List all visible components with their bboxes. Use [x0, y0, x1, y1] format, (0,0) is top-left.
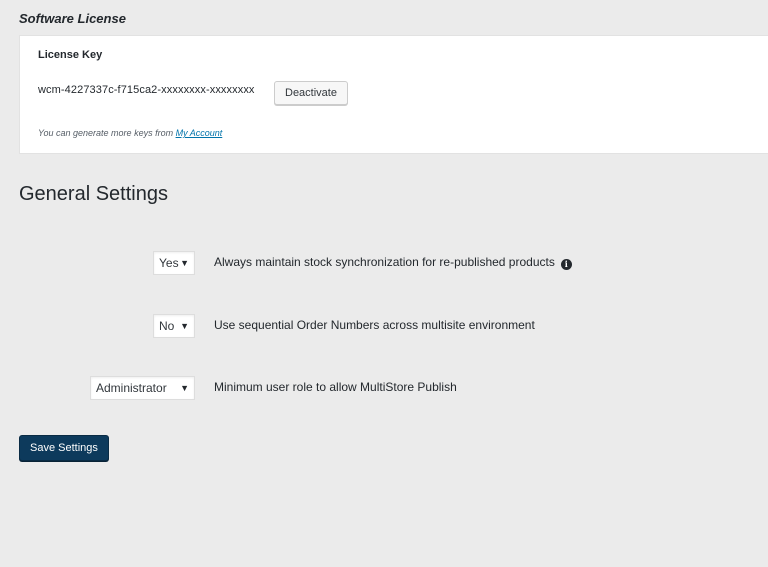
order-numbers-select[interactable]: No ▼ [153, 314, 195, 338]
license-panel: License Key wcm-4227337c-f715ca2-xxxxxxx… [19, 35, 768, 154]
setting-row-stock-sync: Yes ▼ Always maintain stock synchronizat… [0, 251, 768, 275]
license-key-value: wcm-4227337c-f715ca2-xxxxxxxx-xxxxxxxx [38, 84, 255, 96]
user-role-label: Minimum user role to allow MultiStore Pu… [214, 380, 457, 394]
stock-sync-label-wrap: Always maintain stock synchronization fo… [214, 255, 572, 270]
stock-sync-select[interactable]: Yes ▼ [153, 251, 195, 275]
user-role-select-value: Administrator [96, 381, 167, 395]
chevron-down-icon: ▼ [180, 321, 189, 331]
save-settings-button[interactable]: Save Settings [19, 435, 109, 461]
software-license-title: Software License [19, 11, 126, 26]
license-key-label: License Key [38, 49, 103, 61]
chevron-down-icon: ▼ [180, 383, 189, 393]
user-role-select[interactable]: Administrator ▼ [90, 376, 195, 400]
order-numbers-label: Use sequential Order Numbers across mult… [214, 318, 535, 332]
deactivate-button[interactable]: Deactivate [274, 81, 348, 105]
chevron-down-icon: ▼ [180, 258, 189, 268]
info-icon[interactable]: i [560, 259, 572, 270]
setting-row-order-numbers: No ▼ Use sequential Order Numbers across… [0, 314, 768, 338]
license-note: You can generate more keys from My Accou… [38, 128, 222, 138]
my-account-link[interactable]: My Account [176, 128, 223, 138]
stock-sync-label: Always maintain stock synchronization fo… [214, 255, 555, 269]
license-note-text: You can generate more keys from [38, 128, 176, 138]
order-numbers-select-value: No [159, 319, 175, 333]
stock-sync-select-value: Yes [159, 256, 179, 270]
general-settings-title: General Settings [19, 183, 168, 205]
setting-row-user-role: Administrator ▼ Minimum user role to all… [0, 376, 768, 400]
